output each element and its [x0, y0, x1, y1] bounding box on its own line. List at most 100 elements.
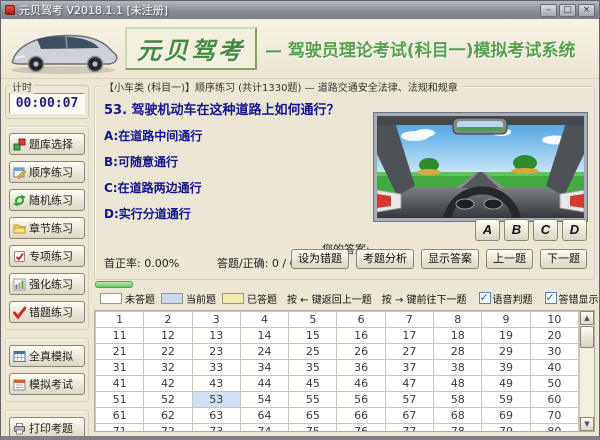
scroll-thumb[interactable] — [580, 326, 594, 348]
question-cell-23[interactable]: 23 — [192, 344, 240, 360]
random-practice-button[interactable]: 随机练习 — [9, 189, 85, 211]
question-cell-29[interactable]: 29 — [482, 344, 530, 360]
question-cell-31[interactable]: 31 — [96, 360, 144, 376]
question-cell-57[interactable]: 57 — [385, 392, 433, 408]
question-cell-65[interactable]: 65 — [289, 408, 337, 424]
question-cell-80[interactable]: 80 — [530, 424, 578, 433]
answer-b-button[interactable]: B — [504, 219, 529, 241]
question-cell-37[interactable]: 37 — [385, 360, 433, 376]
question-cell-4[interactable]: 4 — [240, 312, 288, 328]
special-practice-button[interactable]: 专项练习 — [9, 245, 85, 267]
next-question-button[interactable]: 下一题 — [540, 249, 587, 269]
question-cell-35[interactable]: 35 — [289, 360, 337, 376]
full-simulation-button[interactable]: 全真模拟 — [9, 345, 85, 367]
question-cell-69[interactable]: 69 — [482, 408, 530, 424]
question-cell-40[interactable]: 40 — [530, 360, 578, 376]
question-cell-71[interactable]: 71 — [96, 424, 144, 433]
scroll-up-icon[interactable]: ▲ — [580, 311, 594, 325]
wrong-question-button[interactable]: 错题练习 — [9, 301, 85, 323]
question-cell-61[interactable]: 61 — [96, 408, 144, 424]
question-cell-32[interactable]: 32 — [144, 360, 192, 376]
question-cell-6[interactable]: 6 — [337, 312, 385, 328]
question-cell-27[interactable]: 27 — [385, 344, 433, 360]
analysis-button[interactable]: 考题分析 — [356, 249, 414, 269]
question-cell-78[interactable]: 78 — [434, 424, 482, 433]
grid-scrollbar[interactable]: ▲ ▼ — [579, 311, 594, 431]
sequential-practice-button[interactable]: 顺序练习 — [9, 161, 85, 183]
close-button[interactable]: × — [578, 4, 595, 17]
question-cell-21[interactable]: 21 — [96, 344, 144, 360]
question-cell-14[interactable]: 14 — [240, 328, 288, 344]
question-cell-42[interactable]: 42 — [144, 376, 192, 392]
question-cell-9[interactable]: 9 — [482, 312, 530, 328]
question-cell-10[interactable]: 10 — [530, 312, 578, 328]
answer-a-button[interactable]: A — [475, 219, 500, 241]
question-cell-18[interactable]: 18 — [434, 328, 482, 344]
question-cell-5[interactable]: 5 — [289, 312, 337, 328]
intensive-practice-button[interactable]: 强化练习 — [9, 273, 85, 295]
mock-exam-button[interactable]: 模拟考试 — [9, 373, 85, 395]
question-cell-45[interactable]: 45 — [289, 376, 337, 392]
question-cell-12[interactable]: 12 — [144, 328, 192, 344]
question-cell-15[interactable]: 15 — [289, 328, 337, 344]
answer-c-button[interactable]: C — [533, 219, 558, 241]
minimize-button[interactable]: – — [540, 4, 557, 17]
question-cell-39[interactable]: 39 — [482, 360, 530, 376]
voice-judge-checkbox[interactable] — [479, 292, 491, 304]
question-cell-63[interactable]: 63 — [192, 408, 240, 424]
question-cell-74[interactable]: 74 — [240, 424, 288, 433]
question-cell-30[interactable]: 30 — [530, 344, 578, 360]
question-cell-70[interactable]: 70 — [530, 408, 578, 424]
question-cell-50[interactable]: 50 — [530, 376, 578, 392]
question-cell-13[interactable]: 13 — [192, 328, 240, 344]
show-correct-on-wrong-option[interactable]: 答错显示正确答案 — [545, 291, 600, 306]
question-cell-48[interactable]: 48 — [434, 376, 482, 392]
question-cell-52[interactable]: 52 — [144, 392, 192, 408]
answer-d-button[interactable]: D — [562, 219, 587, 241]
show-answer-button[interactable]: 显示答案 — [421, 249, 479, 269]
question-cell-34[interactable]: 34 — [240, 360, 288, 376]
question-cell-79[interactable]: 79 — [482, 424, 530, 433]
option-b[interactable]: B:可随意通行 — [104, 153, 178, 170]
question-cell-20[interactable]: 20 — [530, 328, 578, 344]
question-cell-2[interactable]: 2 — [144, 312, 192, 328]
question-cell-7[interactable]: 7 — [385, 312, 433, 328]
question-cell-76[interactable]: 76 — [337, 424, 385, 433]
print-button[interactable]: 打印考题 — [9, 417, 85, 439]
question-cell-33[interactable]: 33 — [192, 360, 240, 376]
question-cell-72[interactable]: 72 — [144, 424, 192, 433]
question-cell-64[interactable]: 64 — [240, 408, 288, 424]
question-cell-73[interactable]: 73 — [192, 424, 240, 433]
show-correct-checkbox[interactable] — [545, 292, 557, 304]
question-cell-43[interactable]: 43 — [192, 376, 240, 392]
question-cell-49[interactable]: 49 — [482, 376, 530, 392]
question-cell-41[interactable]: 41 — [96, 376, 144, 392]
question-cell-62[interactable]: 62 — [144, 408, 192, 424]
question-cell-36[interactable]: 36 — [337, 360, 385, 376]
option-d[interactable]: D:实行分道通行 — [104, 205, 191, 222]
question-cell-38[interactable]: 38 — [434, 360, 482, 376]
question-cell-28[interactable]: 28 — [434, 344, 482, 360]
question-cell-67[interactable]: 67 — [385, 408, 433, 424]
question-cell-60[interactable]: 60 — [530, 392, 578, 408]
question-cell-24[interactable]: 24 — [240, 344, 288, 360]
scroll-down-icon[interactable]: ▼ — [580, 417, 594, 431]
question-cell-58[interactable]: 58 — [434, 392, 482, 408]
question-cell-46[interactable]: 46 — [337, 376, 385, 392]
question-cell-66[interactable]: 66 — [337, 408, 385, 424]
question-cell-3[interactable]: 3 — [192, 312, 240, 328]
question-cell-55[interactable]: 55 — [289, 392, 337, 408]
question-cell-22[interactable]: 22 — [144, 344, 192, 360]
previous-question-button[interactable]: 上一题 — [486, 249, 533, 269]
option-c[interactable]: C:在道路两边通行 — [104, 179, 202, 196]
question-cell-17[interactable]: 17 — [385, 328, 433, 344]
voice-judge-option[interactable]: 语音判题 — [479, 291, 533, 306]
question-cell-59[interactable]: 59 — [482, 392, 530, 408]
question-cell-68[interactable]: 68 — [434, 408, 482, 424]
question-cell-16[interactable]: 16 — [337, 328, 385, 344]
question-cell-56[interactable]: 56 — [337, 392, 385, 408]
question-bank-button[interactable]: 题库选择 — [9, 133, 85, 155]
option-a[interactable]: A:在道路中间通行 — [104, 127, 202, 144]
question-cell-19[interactable]: 19 — [482, 328, 530, 344]
chapter-practice-button[interactable]: 章节练习 — [9, 217, 85, 239]
